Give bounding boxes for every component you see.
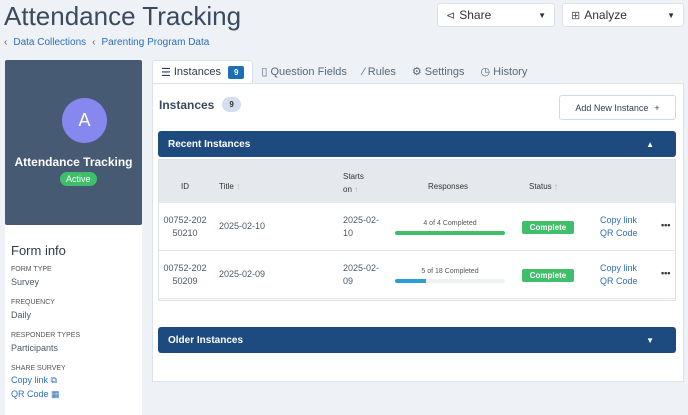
field-value: Daily	[11, 310, 32, 320]
tab-question-fields[interactable]: ▯ Question Fields	[253, 60, 355, 83]
col-title[interactable]: Title ↑	[219, 182, 240, 191]
copy-icon: ⧉	[50, 375, 57, 385]
copy-link[interactable]: Copy link	[600, 262, 637, 275]
table-row: 00752-20250209 2025-02-09 2025-02-09 5 o…	[159, 251, 675, 299]
older-instances-header[interactable]: Older Instances ▼	[158, 327, 676, 353]
form-name: Attendance Tracking	[14, 155, 133, 169]
share-icon: ⊲	[446, 9, 456, 22]
copy-link[interactable]: Copy link ⧉	[11, 375, 136, 386]
table-row: 00752-20250210 2025-02-10 2025-02-10 4 o…	[159, 203, 675, 251]
tab-settings[interactable]: ⚙ Settings	[404, 60, 473, 83]
qr-code-link[interactable]: QR Code	[600, 227, 638, 240]
analyze-dropdown[interactable]: ⊞ Analyze ▼	[562, 3, 684, 27]
tab-bar: ☰ Instances 9 ▯ Question Fields ∕ Rules ⚙ Set…	[152, 60, 535, 83]
tab-rules[interactable]: ∕ Rules	[355, 60, 404, 83]
breadcrumb-data-collections[interactable]: Data Collections	[13, 37, 86, 48]
chevron-left-icon: ‹	[4, 37, 8, 48]
qr-code-link[interactable]: QR Code ▦	[11, 389, 136, 400]
table-header: ID Title ↑ Starts on ↑ Responses Status …	[159, 160, 675, 203]
field-label: SHARE SURVEY	[11, 365, 66, 372]
tab-history[interactable]: ◷ History	[473, 60, 536, 83]
form-card: A Attendance Tracking Active	[5, 60, 142, 225]
status-badge: Complete	[522, 269, 574, 282]
cell-title: 2025-02-09	[219, 269, 266, 279]
field-label: FREQUENCY	[11, 299, 55, 306]
more-icon[interactable]: •••	[661, 268, 670, 278]
col-status[interactable]: Status ↑	[529, 182, 558, 191]
wand-icon: ∕	[362, 65, 365, 78]
copy-link[interactable]: Copy link	[600, 214, 637, 227]
field-value: Survey	[11, 277, 40, 287]
col-starts[interactable]: Starts on ↑	[343, 170, 371, 196]
status-badge: Active	[60, 172, 97, 186]
sort-icon: ↑	[553, 182, 558, 191]
cell-starts: 2025-02-09	[343, 263, 380, 286]
avatar: A	[62, 98, 107, 143]
responses-text: 5 of 18 Completed	[421, 268, 479, 275]
responses-progress	[395, 231, 505, 235]
responses-text: 4 of 4 Completed	[423, 220, 477, 227]
add-label: Add New Instance	[575, 102, 649, 113]
more-icon[interactable]: •••	[661, 220, 670, 230]
share-label: Share	[459, 8, 492, 22]
field-value: Participants	[11, 343, 59, 353]
section-title: Older Instances	[168, 334, 244, 346]
gear-icon: ⚙	[411, 66, 422, 78]
cell-starts: 2025-02-10	[343, 215, 380, 238]
cell-title: 2025-02-10	[219, 221, 266, 231]
col-id: ID	[181, 182, 189, 191]
share-dropdown[interactable]: ⊲ Share ▼	[437, 3, 555, 27]
tab-label: Instances	[173, 66, 221, 78]
instances-table: ID Title ↑ Starts on ↑ Responses Status …	[158, 159, 676, 301]
tab-label: Rules	[367, 65, 396, 78]
caret-up-icon: ▲	[646, 139, 654, 149]
tab-label: History	[493, 65, 528, 78]
add-new-instance-button[interactable]: Add New Instance +	[559, 95, 676, 120]
caret-down-icon: ▼	[538, 10, 546, 20]
caret-down-icon: ▼	[646, 335, 654, 345]
sort-icon: ↑	[354, 185, 359, 194]
clipboard-icon: ▯	[261, 66, 268, 78]
heading-text: Instances	[159, 97, 215, 112]
breadcrumb: ‹ Data Collections ‹ Parenting Program D…	[4, 37, 209, 48]
clock-icon: ◷	[480, 66, 491, 78]
cell-id: 00752-20250209	[163, 263, 207, 286]
breadcrumb-parenting-program[interactable]: Parenting Program Data	[102, 37, 210, 48]
caret-down-icon: ▼	[667, 10, 675, 20]
responses-progress	[395, 279, 505, 283]
copy-link-label: Copy link	[11, 375, 49, 385]
tab-badge: 9	[227, 65, 245, 79]
tab-instances[interactable]: ☰ Instances 9	[152, 60, 254, 83]
col-label: Status	[529, 182, 552, 191]
form-info: Form info FORM TYPE Survey FREQUENCY Dai…	[5, 225, 142, 415]
chevron-left-icon: ‹	[92, 37, 96, 48]
section-title: Recent Instances	[168, 138, 251, 150]
qr-code-link[interactable]: QR Code	[600, 275, 638, 288]
cell-id: 00752-20250210	[163, 215, 207, 238]
tab-label: Settings	[424, 65, 465, 78]
col-label: Title	[219, 182, 234, 191]
instances-panel: Instances 9 Add New Instance + Recent Inst…	[152, 83, 684, 382]
sort-icon: ↑	[236, 182, 241, 191]
qr-icon: ▦	[51, 389, 60, 399]
plus-icon: +	[654, 102, 660, 113]
form-info-title: Form info	[11, 243, 66, 258]
tab-label: Question Fields	[270, 65, 347, 78]
field-label: RESPONDER TYPES	[11, 332, 81, 339]
analyze-icon: ⊞	[571, 9, 581, 22]
analyze-label: Analyze	[584, 8, 627, 22]
field-label: FORM TYPE	[11, 266, 52, 273]
qr-code-label: QR Code	[11, 389, 49, 399]
recent-instances-header[interactable]: Recent Instances ▲	[158, 131, 676, 157]
status-badge: Complete	[522, 221, 574, 234]
col-responses: Responses	[428, 182, 469, 191]
instances-heading: Instances 9	[159, 97, 241, 112]
list-icon: ☰	[161, 66, 171, 79]
page-title: Attendance Tracking	[4, 1, 242, 31]
count-badge: 9	[222, 97, 241, 112]
